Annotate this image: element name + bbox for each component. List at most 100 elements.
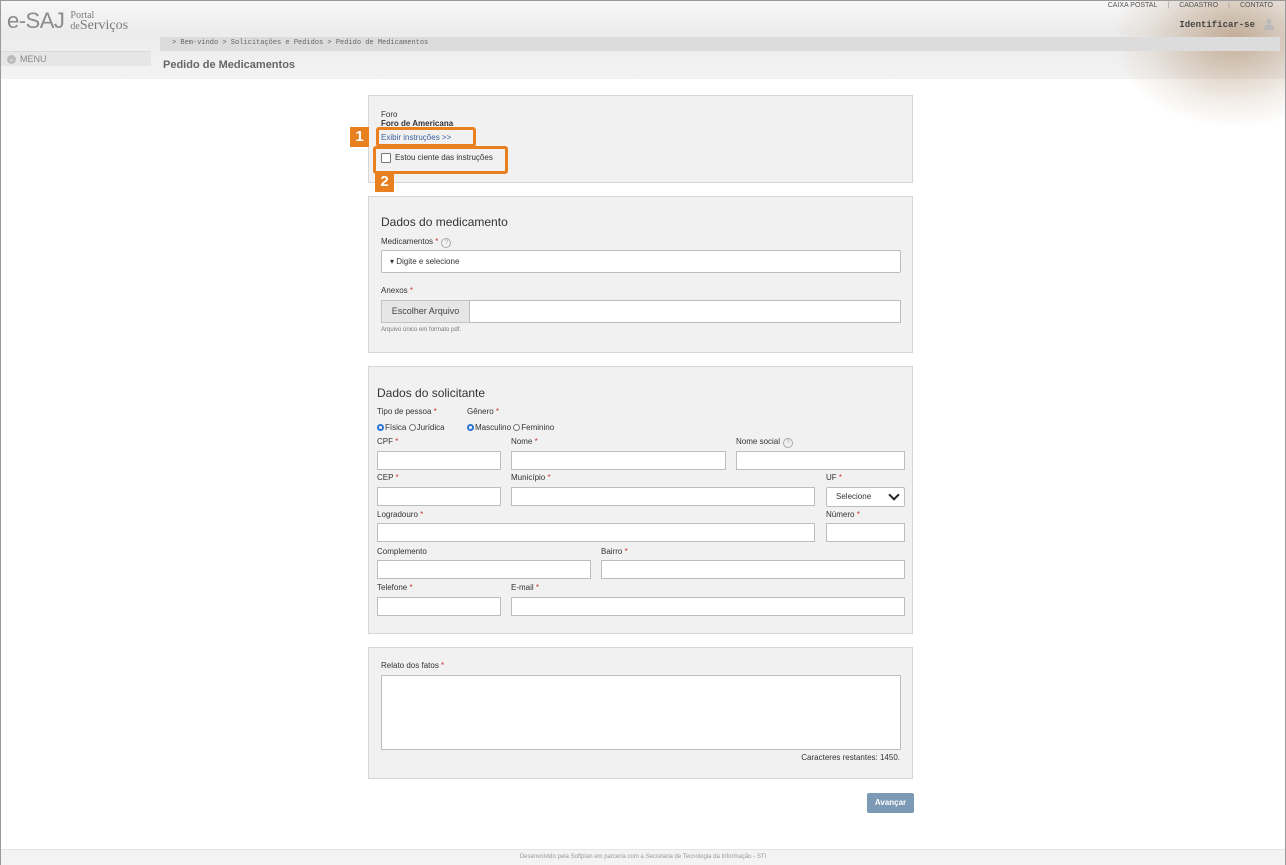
bairro-input[interactable] bbox=[601, 560, 905, 579]
relato-panel: Relato dos fatos * Caracteres restantes:… bbox=[368, 647, 913, 779]
uf-select[interactable]: Selecione bbox=[826, 487, 905, 507]
email-label-text: E-mail bbox=[511, 583, 534, 592]
medicamento-title: Dados do medicamento bbox=[381, 215, 508, 229]
user-icon[interactable] bbox=[1263, 18, 1275, 30]
uf-label-text: UF bbox=[826, 473, 837, 482]
anexos-label-text: Anexos bbox=[381, 286, 408, 295]
link-cadastro[interactable]: CADASTRO bbox=[1179, 2, 1218, 9]
nome-social-input[interactable] bbox=[736, 451, 905, 470]
numero-label: Número * bbox=[826, 510, 860, 519]
cpf-label: CPF * bbox=[377, 437, 398, 446]
telefone-label: Telefone * bbox=[377, 583, 413, 592]
cep-input[interactable] bbox=[377, 487, 501, 506]
required-mark: * bbox=[535, 583, 540, 592]
annotation-box-2 bbox=[373, 146, 508, 174]
cpf-label-text: CPF bbox=[377, 437, 393, 446]
menu-label: MENU bbox=[20, 54, 47, 64]
page-title: Pedido de Medicamentos bbox=[163, 59, 296, 71]
municipio-label: Município * bbox=[511, 473, 551, 482]
footer: Desenvolvido pela Softplan em parceria c… bbox=[1, 849, 1285, 865]
required-mark: * bbox=[547, 473, 551, 482]
menu-button[interactable]: ⌄ MENU bbox=[7, 54, 47, 64]
cpf-input[interactable] bbox=[377, 451, 501, 470]
radio-masculino[interactable] bbox=[467, 424, 474, 431]
email-label: E-mail * bbox=[511, 583, 539, 592]
telefone-label-text: Telefone bbox=[377, 583, 408, 592]
nome-input[interactable] bbox=[511, 451, 726, 470]
tipo-pessoa-label-text: Tipo de pessoa bbox=[377, 407, 432, 416]
logo-portal-big: Serviços bbox=[79, 17, 129, 33]
medicamentos-label-text: Medicamentos bbox=[381, 237, 434, 246]
radio-juridica[interactable] bbox=[408, 424, 416, 431]
help-icon[interactable]: ? bbox=[783, 438, 794, 448]
radio-fisica[interactable] bbox=[377, 424, 384, 431]
medicamento-panel: Dados do medicamento Medicamentos *? ▾ D… bbox=[368, 196, 913, 353]
radio-feminino-label[interactable]: Feminino bbox=[521, 423, 554, 432]
nome-social-label: Nome social? bbox=[736, 437, 794, 448]
radio-feminino[interactable] bbox=[513, 424, 521, 431]
required-mark: * bbox=[856, 510, 860, 519]
remaining-characters: Caracteres restantes: 1450. bbox=[801, 753, 900, 762]
complemento-input[interactable] bbox=[377, 560, 591, 579]
relato-textarea[interactable] bbox=[381, 675, 901, 750]
required-mark: * bbox=[624, 547, 628, 556]
municipio-input[interactable] bbox=[511, 487, 815, 506]
anexos-label: Anexos * bbox=[381, 286, 413, 295]
cep-label-text: CEP bbox=[377, 473, 394, 482]
required-mark: * bbox=[838, 473, 843, 482]
chevron-down-icon: ⌄ bbox=[7, 54, 16, 64]
required-mark: * bbox=[495, 407, 500, 416]
top-links: CAIXA POSTAL | CADASTRO | CONTATO bbox=[1108, 2, 1273, 9]
annotation-box-1 bbox=[376, 127, 476, 147]
file-name-field[interactable] bbox=[469, 300, 901, 323]
radio-juridica-label[interactable]: Jurídica bbox=[417, 423, 445, 432]
municipio-label-text: Município bbox=[511, 473, 546, 482]
nome-label-text: Nome bbox=[511, 437, 533, 446]
link-contato[interactable]: CONTATO bbox=[1240, 2, 1273, 9]
identify-link[interactable]: Identificar-se bbox=[1179, 20, 1255, 30]
separator: | bbox=[1228, 2, 1230, 9]
email-input[interactable] bbox=[511, 597, 905, 616]
annotation-number-2: 2 bbox=[375, 172, 394, 192]
radio-fisica-label[interactable]: Física bbox=[385, 423, 406, 432]
medicamentos-select[interactable]: ▾ Digite e selecione bbox=[381, 250, 901, 273]
separator: | bbox=[1167, 2, 1170, 9]
nome-label: Nome * bbox=[511, 437, 538, 446]
medicamentos-placeholder-text: Digite e selecione bbox=[396, 257, 460, 266]
genero-radios: Masculino Feminino bbox=[467, 423, 554, 432]
required-mark: * bbox=[433, 407, 437, 416]
logradouro-input[interactable] bbox=[377, 523, 815, 542]
uf-label: UF * bbox=[826, 473, 842, 482]
required-mark: * bbox=[395, 473, 399, 482]
help-icon[interactable]: ? bbox=[441, 238, 452, 248]
bairro-label-text: Bairro bbox=[601, 547, 623, 556]
esaj-logo[interactable]: e-SAJ Portal deServiços bbox=[7, 6, 128, 36]
telefone-input[interactable] bbox=[377, 597, 501, 616]
radio-masculino-label[interactable]: Masculino bbox=[475, 423, 511, 432]
menu-bar: ⌄ MENU bbox=[1, 51, 151, 66]
choose-file-button[interactable]: Escolher Arquivo bbox=[381, 300, 470, 323]
solicitante-title: Dados do solicitante bbox=[377, 386, 486, 400]
medicamentos-placeholder: ▾ Digite e selecione bbox=[390, 257, 460, 266]
genero-label-text: Gênero bbox=[467, 407, 494, 416]
uf-selected-value: Selecione bbox=[836, 492, 872, 501]
advance-button[interactable]: Avançar bbox=[867, 793, 914, 813]
file-hint: Arquivo único em formato pdf. bbox=[381, 327, 462, 333]
required-mark: * bbox=[420, 510, 424, 519]
required-mark: * bbox=[395, 437, 399, 446]
required-mark: * bbox=[441, 661, 445, 670]
link-caixa-postal[interactable]: CAIXA POSTAL bbox=[1108, 2, 1158, 9]
complemento-label: Complemento bbox=[377, 547, 427, 556]
required-mark: * bbox=[435, 237, 439, 246]
required-mark: * bbox=[409, 583, 413, 592]
required-mark: * bbox=[534, 437, 538, 446]
bairro-label: Bairro * bbox=[601, 547, 628, 556]
relato-label: Relato dos fatos * bbox=[381, 661, 444, 670]
relato-label-text: Relato dos fatos bbox=[381, 661, 439, 670]
tipo-pessoa-label: Tipo de pessoa * bbox=[377, 407, 437, 416]
required-mark: * bbox=[409, 286, 414, 295]
numero-input[interactable] bbox=[826, 523, 905, 542]
cep-label: CEP * bbox=[377, 473, 399, 482]
breadcrumb[interactable]: > Bem-vindo > Solicitações e Pedidos > P… bbox=[172, 39, 428, 47]
logo-portal-de: de bbox=[70, 20, 80, 32]
